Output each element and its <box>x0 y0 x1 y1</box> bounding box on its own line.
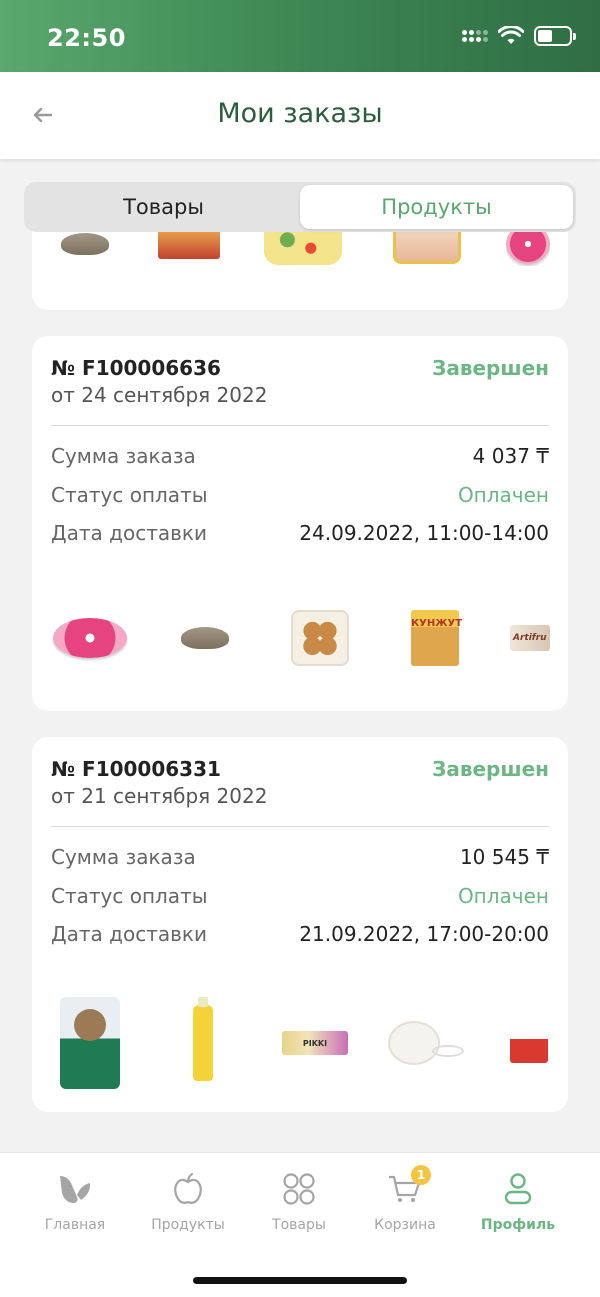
nav-home-label: Главная <box>44 1217 106 1233</box>
product-label: КУНЖУТ <box>411 618 463 629</box>
delivery-date-value: 21.09.2022, 17:00-20:00 <box>299 922 549 946</box>
home-logo-icon <box>55 1169 95 1209</box>
wifi-icon <box>498 26 524 44</box>
bottom-navigation: Главная Продукты Товары 1 Корзина Профил… <box>0 1152 600 1297</box>
payment-status-label: Статус оплаты <box>51 483 208 507</box>
order-status: Завершен <box>432 356 549 380</box>
segmented-control: Товары Продукты <box>24 182 576 232</box>
payment-status-row: Статус оплаты Оплачен <box>51 483 549 507</box>
product-thumb-sesame: КУНЖУТ <box>395 598 475 678</box>
nav-goods-label: Товары <box>272 1217 326 1233</box>
delivery-date-label: Дата доставки <box>51 521 207 545</box>
order-date: от 24 сентября 2022 <box>51 383 268 407</box>
nav-cart[interactable]: 1 Корзина <box>350 1165 460 1233</box>
nav-cart-label: Корзина <box>374 1217 436 1233</box>
nav-products-label: Продукты <box>151 1217 225 1233</box>
nav-profile-label: Профиль <box>480 1217 556 1233</box>
home-indicator <box>193 1277 407 1284</box>
order-card[interactable]: № F100006331 от 21 сентября 2022 Заверше… <box>32 737 568 1112</box>
battery-icon <box>534 26 576 46</box>
order-sum-value: 10 545 ₸ <box>459 845 549 869</box>
order-number: № F100006331 <box>51 757 221 781</box>
apple-icon <box>168 1169 208 1209</box>
product-thumb-buns <box>280 598 360 678</box>
product-thumb-cat-food <box>50 993 130 1093</box>
order-status: Завершен <box>432 757 549 781</box>
grid-icon <box>279 1169 319 1209</box>
nav-home[interactable]: Главная <box>20 1169 130 1233</box>
profile-icon <box>498 1169 538 1209</box>
tab-products[interactable]: Продукты <box>300 185 573 229</box>
order-date: от 21 сентября 2022 <box>51 784 268 808</box>
order-sum-row: Сумма заказа 10 545 ₸ <box>51 845 549 869</box>
product-thumb-pikki: PIKKI <box>275 1003 355 1083</box>
tab-goods[interactable]: Товары <box>27 185 300 229</box>
nav-goods[interactable]: Товары <box>244 1169 354 1233</box>
payment-status-value: Оплачен <box>457 483 549 507</box>
order-sum-label: Сумма заказа <box>51 845 196 869</box>
payment-status-value: Оплачен <box>457 884 549 908</box>
app-header: Мои заказы <box>0 72 600 159</box>
page-title: Мои заказы <box>217 98 383 129</box>
product-thumb-pacifier <box>387 1003 478 1083</box>
product-label: PIKKI <box>282 1031 348 1055</box>
delivery-date-row: Дата доставки 24.09.2022, 11:00-14:00 <box>51 521 549 545</box>
order-sum-value: 4 037 ₸ <box>472 444 549 468</box>
payment-status-row: Статус оплаты Оплачен <box>51 884 549 908</box>
delivery-date-row: Дата доставки 21.09.2022, 17:00-20:00 <box>51 922 549 946</box>
divider <box>51 826 549 827</box>
nav-profile[interactable]: Профиль <box>463 1169 573 1233</box>
status-bar: 22:50 <box>0 0 600 72</box>
product-thumb-donut <box>50 598 130 678</box>
delivery-date-label: Дата доставки <box>51 922 207 946</box>
product-thumb-artifruit: Artifru <box>510 598 550 678</box>
divider <box>51 425 549 426</box>
order-sum-row: Сумма заказа 4 037 ₸ <box>51 444 549 468</box>
payment-status-label: Статус оплаты <box>51 884 208 908</box>
nav-products[interactable]: Продукты <box>133 1169 243 1233</box>
order-items-row: PIKKI <box>50 993 550 1093</box>
delivery-date-value: 24.09.2022, 11:00-14:00 <box>299 521 549 545</box>
product-thumb-detergent <box>163 993 243 1093</box>
cart-badge: 1 <box>411 1165 431 1185</box>
product-label: Artifru <box>510 625 550 651</box>
status-icons <box>462 26 576 46</box>
order-items-row: КУНЖУТ Artifru <box>50 598 550 678</box>
product-thumb-croissant <box>165 598 245 678</box>
order-number: № F100006636 <box>51 356 221 380</box>
order-card[interactable]: № F100006636 от 24 сентября 2022 Заверше… <box>32 336 568 711</box>
product-thumb-red-box <box>510 1003 550 1083</box>
cart-icon: 1 <box>385 1165 431 1209</box>
status-time: 22:50 <box>47 24 126 52</box>
cellular-signal-icon <box>462 30 488 42</box>
order-sum-label: Сумма заказа <box>51 444 196 468</box>
